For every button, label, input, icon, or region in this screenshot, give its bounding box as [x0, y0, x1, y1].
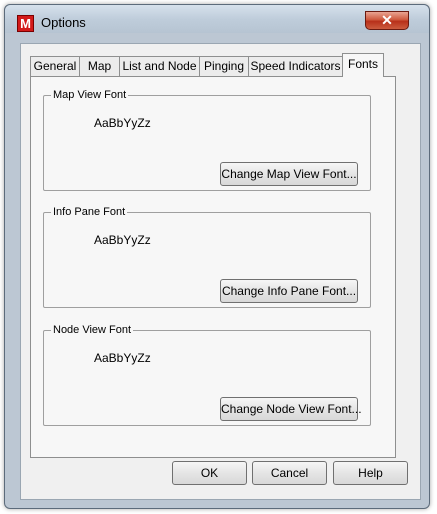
- node-view-font-group: Node View Font AaBbYyZz Change Node View…: [43, 323, 371, 426]
- info-pane-font-group: Info Pane Font AaBbYyZz Change Info Pane…: [43, 205, 371, 308]
- ok-button[interactable]: OK: [172, 461, 247, 485]
- change-node-view-font-button[interactable]: Change Node View Font...: [220, 397, 362, 421]
- node-view-font-legend: Node View Font: [51, 323, 134, 337]
- close-icon: ✕: [381, 12, 393, 28]
- options-dialog: M Options ✕ General Map List and Node Pi…: [4, 4, 430, 509]
- tab-pinging[interactable]: Pinging: [199, 56, 249, 76]
- info-pane-font-sample: AaBbYyZz: [94, 233, 151, 247]
- tab-fonts[interactable]: Fonts: [342, 53, 384, 77]
- node-view-font-sample: AaBbYyZz: [94, 351, 151, 365]
- tab-map[interactable]: Map: [79, 56, 120, 76]
- change-map-view-font-button[interactable]: Change Map View Font...: [220, 162, 358, 186]
- change-info-pane-font-button[interactable]: Change Info Pane Font...: [220, 279, 358, 303]
- tab-speed-indicators[interactable]: Speed Indicators: [248, 56, 343, 76]
- info-pane-font-legend: Info Pane Font: [51, 205, 128, 219]
- tab-general[interactable]: General: [30, 56, 80, 76]
- cancel-button[interactable]: Cancel: [252, 461, 327, 485]
- close-button[interactable]: ✕: [365, 11, 409, 30]
- help-button[interactable]: Help: [333, 461, 408, 485]
- window-title: Options: [41, 15, 86, 30]
- dialog-body: General Map List and Node Pinging Speed …: [20, 43, 421, 500]
- map-view-font-legend: Map View Font: [51, 88, 129, 102]
- map-view-font-group: Map View Font AaBbYyZz Change Map View F…: [43, 88, 371, 191]
- map-view-font-sample: AaBbYyZz: [94, 116, 151, 130]
- app-logo-icon: M: [17, 15, 34, 32]
- title-bar[interactable]: M Options ✕: [5, 5, 429, 33]
- fonts-tab-panel: Map View Font AaBbYyZz Change Map View F…: [30, 76, 396, 458]
- tab-list-and-node[interactable]: List and Node: [119, 56, 200, 76]
